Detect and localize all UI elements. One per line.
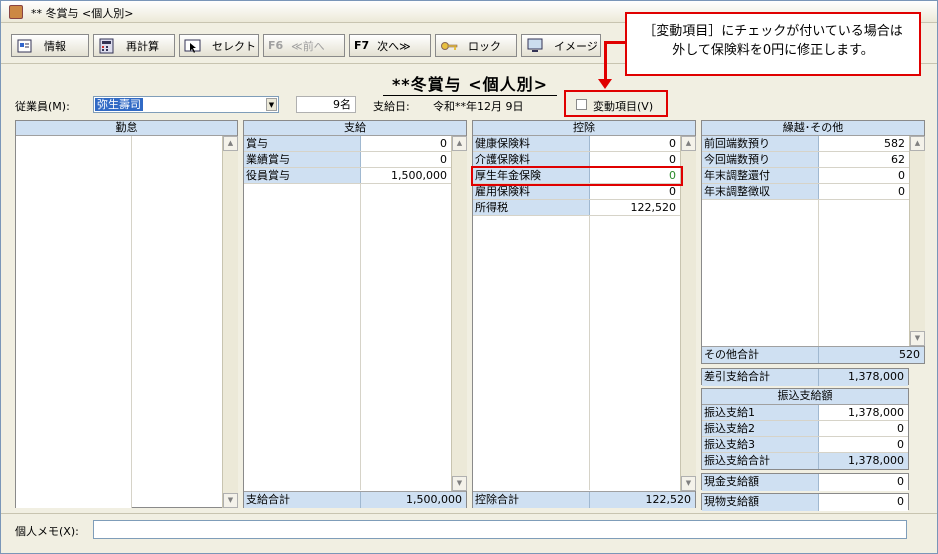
transfer-total-row: 振込支給合計 1,378,000 xyxy=(702,453,908,469)
attendance-scrollbar[interactable]: ▲ ▼ xyxy=(222,136,238,508)
info-icon xyxy=(16,38,34,54)
carryover-row[interactable]: 前回端数預り 582 xyxy=(702,136,909,152)
scroll-down-icon[interactable]: ▼ xyxy=(223,493,238,508)
carryover-header: 繰越･その他 xyxy=(702,121,924,136)
carryover-label-column xyxy=(702,200,819,346)
payments-panel: 支給 賞与 0 業績賞与 0 役員賞与 1,500,000 ▲ ▼ 支給合計 1,50… xyxy=(243,120,467,508)
scroll-up-icon[interactable]: ▲ xyxy=(223,136,238,151)
cash-box: 現金支給額 0 xyxy=(701,473,909,491)
callout-line-2: 外して保険料を0円に修正します。 xyxy=(672,43,874,58)
chevron-down-icon[interactable]: ▼ xyxy=(266,98,277,111)
page-title: **冬賞与 <個人別> xyxy=(383,71,557,96)
scroll-up-icon[interactable]: ▲ xyxy=(910,136,925,151)
prev-button[interactable]: F6 ≪前へ xyxy=(263,34,345,57)
employee-row: 従業員(M): 弥生壽司 ▼ 9名 支給日: 令和**年12月 9日 xyxy=(1,96,937,116)
employee-count: 9名 xyxy=(296,96,356,113)
memo-label: 個人メモ(X): xyxy=(15,525,79,538)
payment-row[interactable]: 賞与 0 xyxy=(244,136,451,152)
transfer-panel: 振込支給額 振込支給1 1,378,000 振込支給2 0 振込支給3 0 振込支給合… xyxy=(701,388,909,470)
deductions-label-column xyxy=(473,216,590,490)
deductions-total-row: 控除合計 122,520 xyxy=(473,491,695,508)
pension-row-highlight xyxy=(471,166,683,186)
payments-label-column xyxy=(244,184,361,490)
carryover-row[interactable]: 今回端数預り 62 xyxy=(702,152,909,168)
monitor-icon xyxy=(526,38,544,54)
carryover-row[interactable]: 年末調整徴収 0 xyxy=(702,184,909,200)
callout-note: ［変動項目］にチェックが付いている場合は 外して保険料を0円に修正します。 xyxy=(625,12,921,76)
deduction-row[interactable]: 所得税 122,520 xyxy=(473,200,680,216)
payment-date-label: 支給日: xyxy=(373,100,410,113)
memo-field[interactable] xyxy=(93,520,907,539)
payments-header: 支給 xyxy=(244,121,466,136)
scroll-down-icon[interactable]: ▼ xyxy=(681,476,696,491)
net-pay-row: 差引支給合計 1,378,000 xyxy=(702,369,908,386)
carryover-row[interactable]: 年末調整還付 0 xyxy=(702,168,909,184)
key-icon xyxy=(440,38,458,54)
deductions-scrollbar[interactable]: ▲ ▼ xyxy=(680,136,696,491)
attendance-label-column xyxy=(16,136,132,508)
info-button[interactable]: 情報 xyxy=(11,34,89,57)
other-total-row: その他合計 520 xyxy=(702,346,924,363)
variable-item-label[interactable]: 変動項目(V) xyxy=(593,98,653,114)
payment-date: 令和**年12月 9日 xyxy=(433,100,524,113)
goods-box: 現物支給額 0 xyxy=(701,493,909,511)
transfer-row[interactable]: 振込支給2 0 xyxy=(702,421,908,437)
scroll-up-icon[interactable]: ▲ xyxy=(452,136,467,151)
scroll-down-icon[interactable]: ▼ xyxy=(910,331,925,346)
app-icon xyxy=(9,5,23,19)
calculator-icon xyxy=(98,38,116,54)
deduction-row[interactable]: 健康保険料 0 xyxy=(473,136,680,152)
cash-row[interactable]: 現金支給額 0 xyxy=(702,474,908,491)
carryover-panel: 繰越･その他 前回端数預り 582 今回端数預り 62 年末調整還付 0 年末調整徴収… xyxy=(701,120,925,364)
scroll-up-icon[interactable]: ▲ xyxy=(681,136,696,151)
net-pay-box: 差引支給合計 1,378,000 xyxy=(701,368,909,386)
lock-button[interactable]: ロック xyxy=(435,34,517,57)
variable-item-checkbox[interactable] xyxy=(576,99,587,110)
transfer-row[interactable]: 振込支給3 0 xyxy=(702,437,908,453)
scroll-down-icon[interactable]: ▼ xyxy=(452,476,467,491)
memo-divider xyxy=(1,513,937,514)
select-icon xyxy=(184,38,202,54)
transfer-header: 振込支給額 xyxy=(702,389,908,405)
next-button[interactable]: F7 次へ≫ xyxy=(349,34,431,57)
attendance-header: 勤怠 xyxy=(16,121,237,136)
employee-select[interactable]: 弥生壽司 ▼ xyxy=(93,96,279,113)
select-button[interactable]: セレクト xyxy=(179,34,259,57)
carryover-scrollbar[interactable]: ▲ ▼ xyxy=(909,136,925,346)
employee-label: 従業員(M): xyxy=(15,100,70,113)
employee-value: 弥生壽司 xyxy=(95,98,143,111)
deductions-header: 控除 xyxy=(473,121,695,136)
payments-total-row: 支給合計 1,500,000 xyxy=(244,491,466,508)
callout-arrow-connector xyxy=(604,41,626,44)
goods-row[interactable]: 現物支給額 0 xyxy=(702,494,908,511)
payment-row[interactable]: 役員賞与 1,500,000 xyxy=(244,168,451,184)
deduction-row[interactable]: 雇用保険料 0 xyxy=(473,184,680,200)
callout-line-1: ［変動項目］にチェックが付いている場合は xyxy=(643,24,903,39)
payment-row[interactable]: 業績賞与 0 xyxy=(244,152,451,168)
payroll-window: ** 冬賞与 <個人別> 情報 再計算 セレクト F6 ≪前へ F7 次へ≫ ロ… xyxy=(0,0,938,554)
image-button[interactable]: イメージ xyxy=(521,34,601,57)
transfer-row[interactable]: 振込支給1 1,378,000 xyxy=(702,405,908,421)
attendance-panel: 勤怠 ▲ ▼ xyxy=(15,120,238,508)
window-title: ** 冬賞与 <個人別> xyxy=(31,7,134,20)
recalc-button[interactable]: 再計算 xyxy=(93,34,175,57)
payments-scrollbar[interactable]: ▲ ▼ xyxy=(451,136,467,491)
callout-arrow-head xyxy=(598,79,612,89)
